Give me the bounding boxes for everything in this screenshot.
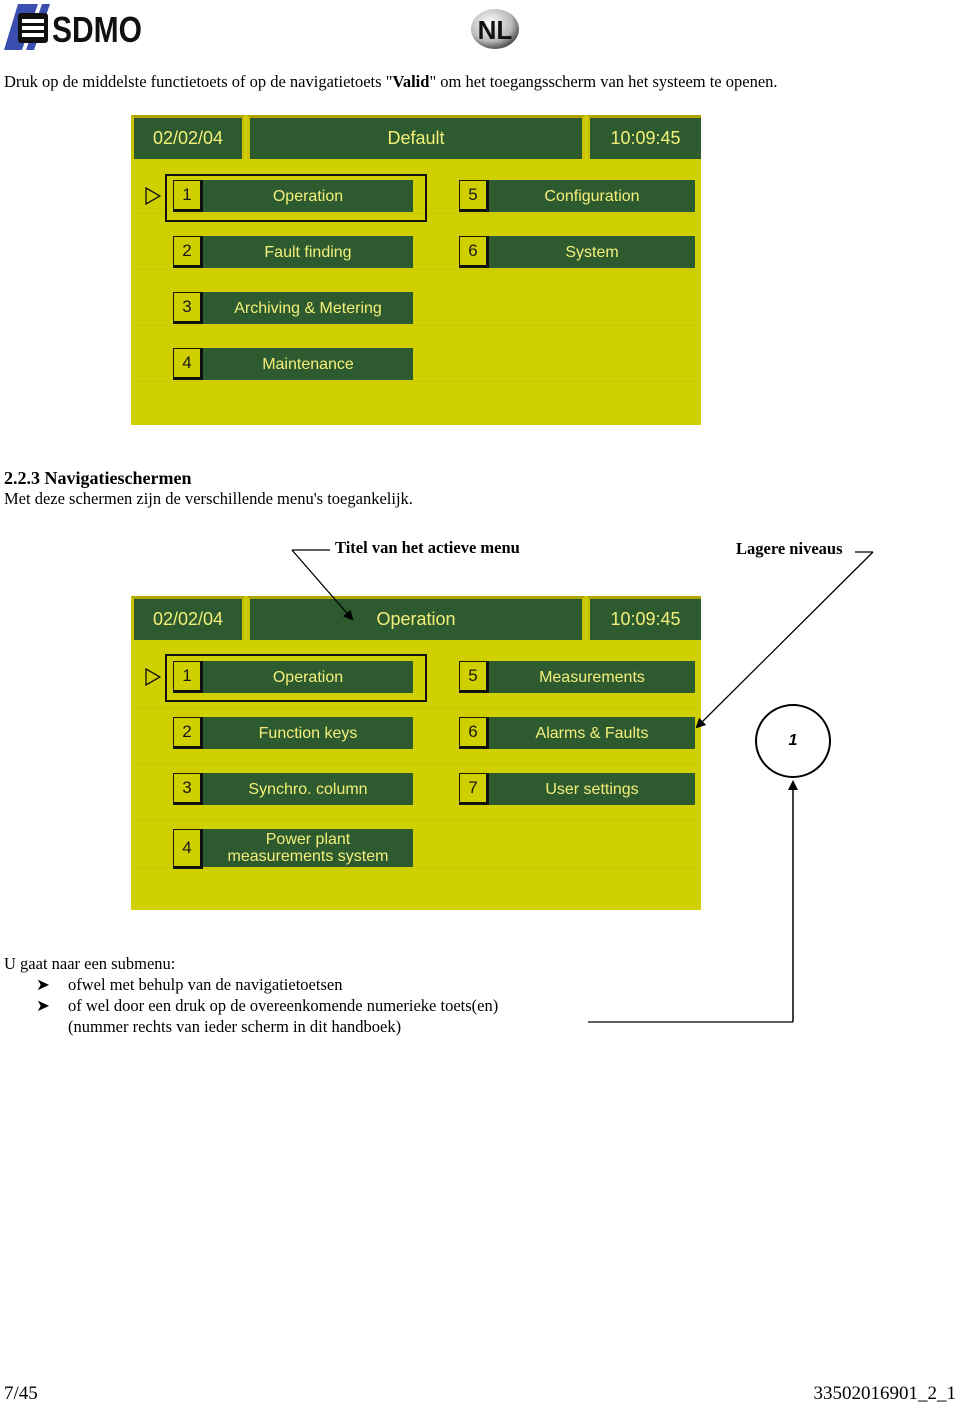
- menu-item-alarms-faults[interactable]: 6 Alarms & Faults: [459, 717, 695, 749]
- menu-item-label: Operation: [203, 180, 413, 212]
- intro-valid-keyword: Valid: [392, 72, 430, 91]
- menu-item-number: 4: [173, 829, 203, 869]
- menu-item-label: Archiving & Metering: [203, 292, 413, 324]
- row-divider: [131, 820, 701, 821]
- row-divider: [131, 381, 701, 382]
- menu-item-user-settings[interactable]: 7 User settings: [459, 773, 695, 805]
- menu-item-operation[interactable]: 1 Operation: [173, 661, 413, 693]
- screen-operation: 02/02/04 Operation 10:09:45 1 Operation …: [131, 596, 701, 910]
- submenu-heading: U gaat naar een submenu:: [4, 954, 176, 973]
- menu-item-fault-finding[interactable]: 2 Fault finding: [173, 236, 413, 268]
- menu-item-label: Power plant measurements system: [203, 829, 413, 867]
- submenu-bullet-text: ofwel met behulp van de navigatietoetsen: [68, 975, 343, 994]
- menu-item-number: 5: [459, 180, 489, 212]
- menu-item-number: 2: [173, 236, 203, 268]
- menu-item-measurements[interactable]: 5 Measurements: [459, 661, 695, 693]
- arrow-lower-levels: [695, 551, 874, 729]
- selection-cursor-icon: [145, 187, 161, 205]
- language-badge: NL: [470, 8, 520, 50]
- menu-item-archiving-metering[interactable]: 3 Archiving & Metering: [173, 292, 413, 324]
- row-divider: [131, 708, 701, 709]
- menu-item-synchro-column[interactable]: 3 Synchro. column: [173, 773, 413, 805]
- menu-item-system[interactable]: 6 System: [459, 236, 695, 268]
- sdmo-logo-text: SDMO: [52, 9, 142, 50]
- screen-title: Operation: [247, 596, 585, 640]
- screen-number-circle: 1: [755, 704, 831, 778]
- menu-item-number: 3: [173, 773, 203, 805]
- menu-item-label: System: [489, 236, 695, 268]
- screen-time: 10:09:45: [587, 115, 701, 159]
- submenu-bullet: ➤ ofwel met behulp van de navigatietoetse…: [4, 974, 498, 995]
- menu-item-function-keys[interactable]: 2 Function keys: [173, 717, 413, 749]
- sdmo-logo: SDMO: [4, 4, 149, 50]
- screen-default: 02/02/04 Default 10:09:45 1 Operation 2 …: [131, 115, 701, 425]
- menu-item-label: User settings: [489, 773, 695, 805]
- menu-item-number: 4: [173, 348, 203, 380]
- menu-item-number: 1: [173, 180, 203, 212]
- intro-after: " om het toegangsscherm van het systeem …: [429, 72, 778, 91]
- menu-item-label: Measurements: [489, 661, 695, 693]
- selection-cursor-icon: [145, 668, 161, 686]
- menu-item-power-plant-measurements[interactable]: 4 Power plant measurements system: [173, 829, 413, 869]
- screen-title: Default: [247, 115, 585, 159]
- row-divider: [131, 764, 701, 765]
- screen-time: 10:09:45: [587, 596, 701, 640]
- screen-date: 02/02/04: [131, 596, 245, 640]
- arrow-bullet-icon: ➤: [36, 996, 50, 1015]
- submenu-bullet-text: of wel door een druk op de overeenkomend…: [68, 996, 499, 1015]
- intro-before: Druk op de middelste functietoets of op …: [4, 72, 393, 91]
- menu-item-number: 1: [173, 661, 203, 693]
- menu-item-maintenance[interactable]: 4 Maintenance: [173, 348, 413, 380]
- submenu-explanation: U gaat naar een submenu: ➤ ofwel met behu…: [4, 953, 498, 1037]
- section-description: Met deze schermen zijn de verschillende …: [4, 489, 413, 508]
- menu-item-number: 6: [459, 717, 489, 749]
- submenu-bullet: ➤ of wel door een druk op de overeenkomen…: [4, 995, 498, 1016]
- row-divider: [131, 269, 701, 270]
- menu-item-configuration[interactable]: 5 Configuration: [459, 180, 695, 212]
- menu-item-number: 3: [173, 292, 203, 324]
- screen-date: 02/02/04: [131, 115, 245, 159]
- section-title: 2.2.3 Navigatieschermen: [4, 468, 192, 488]
- language-badge-text: NL: [478, 15, 513, 45]
- menu-item-label: Operation: [203, 661, 413, 693]
- arrow-bullet-icon: ➤: [36, 975, 50, 994]
- menu-item-number: 2: [173, 717, 203, 749]
- callout-lower-levels: Lagere niveaus: [736, 539, 843, 558]
- page-number: 7/45: [4, 1383, 38, 1404]
- intro-text: Druk op de middelste functietoets of op …: [4, 72, 778, 92]
- menu-item-number: 5: [459, 661, 489, 693]
- menu-item-label: Configuration: [489, 180, 695, 212]
- menu-item-operation[interactable]: 1 Operation: [173, 180, 413, 212]
- row-divider: [131, 325, 701, 326]
- document-reference: 33502016901_2_1: [813, 1383, 957, 1404]
- menu-item-number: 6: [459, 236, 489, 268]
- submenu-note: (nummer rechts van ieder scherm in dit h…: [68, 1017, 402, 1036]
- menu-item-label: Fault finding: [203, 236, 413, 268]
- menu-item-label: Function keys: [203, 717, 413, 749]
- menu-item-label: Alarms & Faults: [489, 717, 695, 749]
- menu-item-number: 7: [459, 773, 489, 805]
- callout-active-menu-title: Titel van het actieve menu: [335, 538, 520, 557]
- menu-item-label: Maintenance: [203, 348, 413, 380]
- menu-item-label: Synchro. column: [203, 773, 413, 805]
